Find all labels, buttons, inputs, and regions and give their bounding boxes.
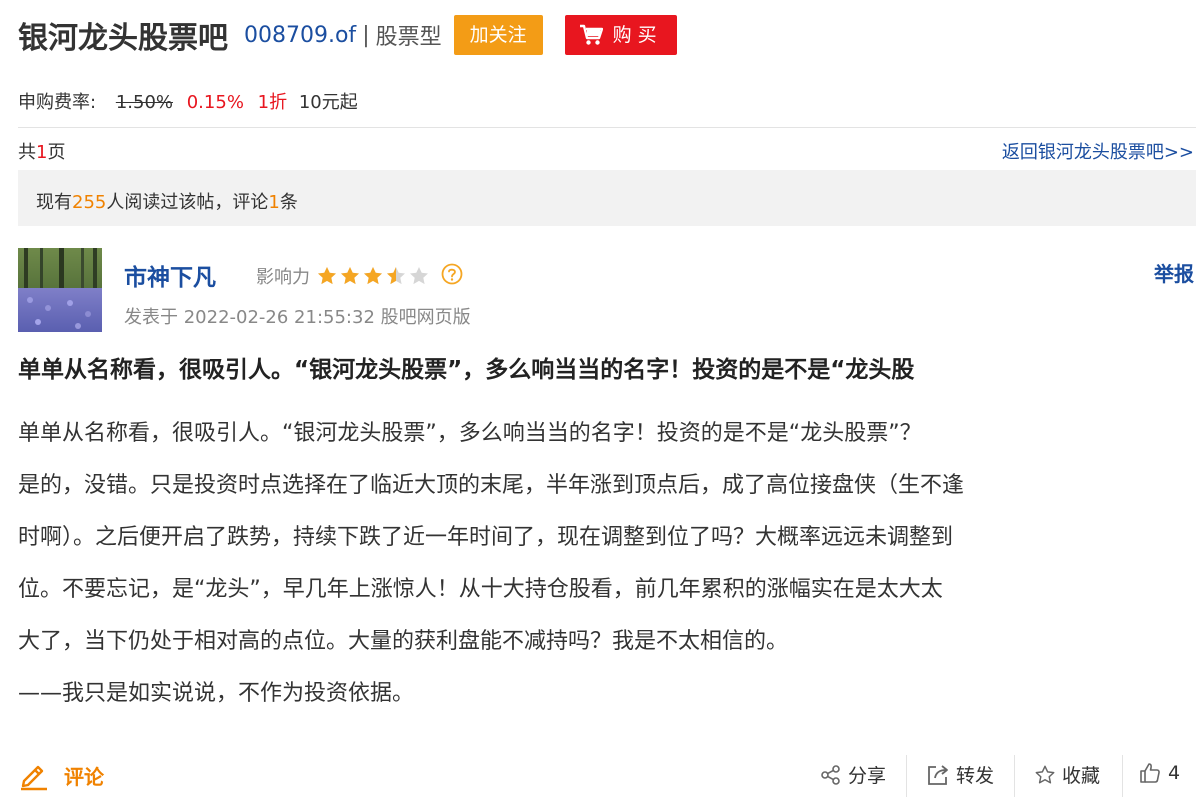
thumbs-up-icon: [1140, 763, 1160, 783]
post-body-line: 时啊）。之后便开启了跌势，持续下跌了近一年时间了，现在调整到位了吗？大概率远远未…: [18, 525, 954, 550]
comment-label: 评论: [64, 764, 104, 789]
repost-button[interactable]: 转发: [926, 761, 994, 788]
post-body-line: 位。不要忘记，是“龙头”，早几年上涨惊人！从十大持仓股看，前几年累积的涨幅实在是…: [18, 577, 943, 602]
bar-title[interactable]: 银河龙头股票吧: [18, 13, 228, 57]
influence-stars: [316, 265, 431, 287]
fee-minimum: 10元起: [298, 92, 358, 113]
repost-icon: [928, 764, 948, 785]
divider: [18, 127, 1196, 128]
post-actions: 评论 分享 转发 收藏 4: [0, 745, 1200, 803]
like-button[interactable]: 4: [1138, 761, 1180, 785]
pencil-icon: [21, 765, 47, 791]
favorite-label: 收藏: [1062, 765, 1101, 787]
action-divider: [906, 755, 907, 797]
read-stats: 现有255人阅读过该帖，评论1条: [36, 188, 298, 214]
rating-star-icon: [318, 267, 336, 285]
back-to-bar-link[interactable]: 返回银河龙头股票吧>>: [1002, 138, 1194, 164]
influence-rating: 影响力: [256, 263, 463, 289]
repost-label: 转发: [956, 765, 995, 787]
read-stats-middle: 人阅读过该帖，评论: [106, 192, 269, 213]
page-count-prefix: 共: [18, 142, 36, 163]
post-body-line: 单单从名称看，很吸引人。“银河龙头股票”，多么响当当的名字！投资的是不是“龙头股…: [18, 421, 922, 446]
help-circle-icon[interactable]: [441, 263, 463, 289]
read-stats-box: 现有255人阅读过该帖，评论1条: [18, 170, 1196, 226]
rating-star-icon: [341, 267, 359, 285]
like-count: 4: [1168, 762, 1181, 784]
share-button[interactable]: 分享: [820, 761, 886, 788]
rating-star-icon: [410, 267, 428, 285]
fund-code-link[interactable]: 008709.of: [244, 23, 356, 48]
post-body-line: ——我只是如实说说，不作为投资依据。: [18, 681, 415, 706]
author-name[interactable]: 市神下凡: [124, 258, 216, 292]
fee-label: 申购费率:: [18, 92, 97, 113]
header-separator: |: [362, 22, 370, 48]
star-outline-icon: [1035, 765, 1055, 784]
buy-button[interactable]: 购 买: [564, 15, 677, 55]
post-body-line: 大了，当下仍处于相对高的点位。大量的获利盘能不减持吗？我是不太相信的。: [18, 629, 789, 654]
read-stats-prefix: 现有: [36, 192, 72, 213]
post-title: 单单从名称看，很吸引人。“银河龙头股票”，多么响当当的名字！投资的是不是“龙头股: [18, 357, 915, 383]
avatar[interactable]: [18, 248, 102, 332]
share-label: 分享: [848, 765, 887, 787]
post-body-line: 是的，没错。只是投资时点选择在了临近大顶的末尾，半年涨到顶点后，成了高位接盘侠（…: [18, 473, 965, 498]
post-meta: 发表于 2022-02-26 21:55:32 股吧网页版: [124, 307, 471, 328]
fund-type: 股票型: [375, 25, 442, 50]
fee-row: 申购费率: 1.50% 0.15% 1折 10元起: [18, 88, 358, 114]
favorite-button[interactable]: 收藏: [1034, 761, 1100, 788]
influence-label: 影响力: [256, 267, 310, 288]
post-body: 单单从名称看，很吸引人。“银河龙头股票”，多么响当当的名字！投资的是不是“龙头股…: [18, 408, 1194, 720]
bar-header: 银河龙头股票吧 008709.of | 股票型 加关注 购 买: [18, 12, 677, 58]
follow-button[interactable]: 加关注: [453, 15, 543, 55]
report-link[interactable]: 举报: [1154, 258, 1194, 287]
page-count-suffix: 页: [47, 142, 66, 163]
cart-icon: [579, 24, 603, 45]
fee-current-rate: 0.15%: [186, 92, 244, 113]
fee-discount: 1折: [257, 92, 288, 113]
comment-button[interactable]: 评论: [18, 759, 104, 791]
action-divider: [1122, 755, 1123, 797]
rating-star-icon: [364, 267, 382, 285]
action-divider: [1014, 755, 1015, 797]
buy-label: 购 买: [612, 24, 657, 46]
fee-original-rate: 1.50%: [115, 92, 173, 113]
read-stats-suffix: 条: [279, 192, 298, 213]
page-count-number: 1: [36, 142, 48, 163]
comment-count: 1: [268, 192, 280, 213]
rating-star-icon: [387, 267, 405, 285]
page-count: 共1页: [18, 138, 65, 164]
share-icon: [821, 764, 840, 785]
reader-count: 255: [72, 192, 107, 213]
